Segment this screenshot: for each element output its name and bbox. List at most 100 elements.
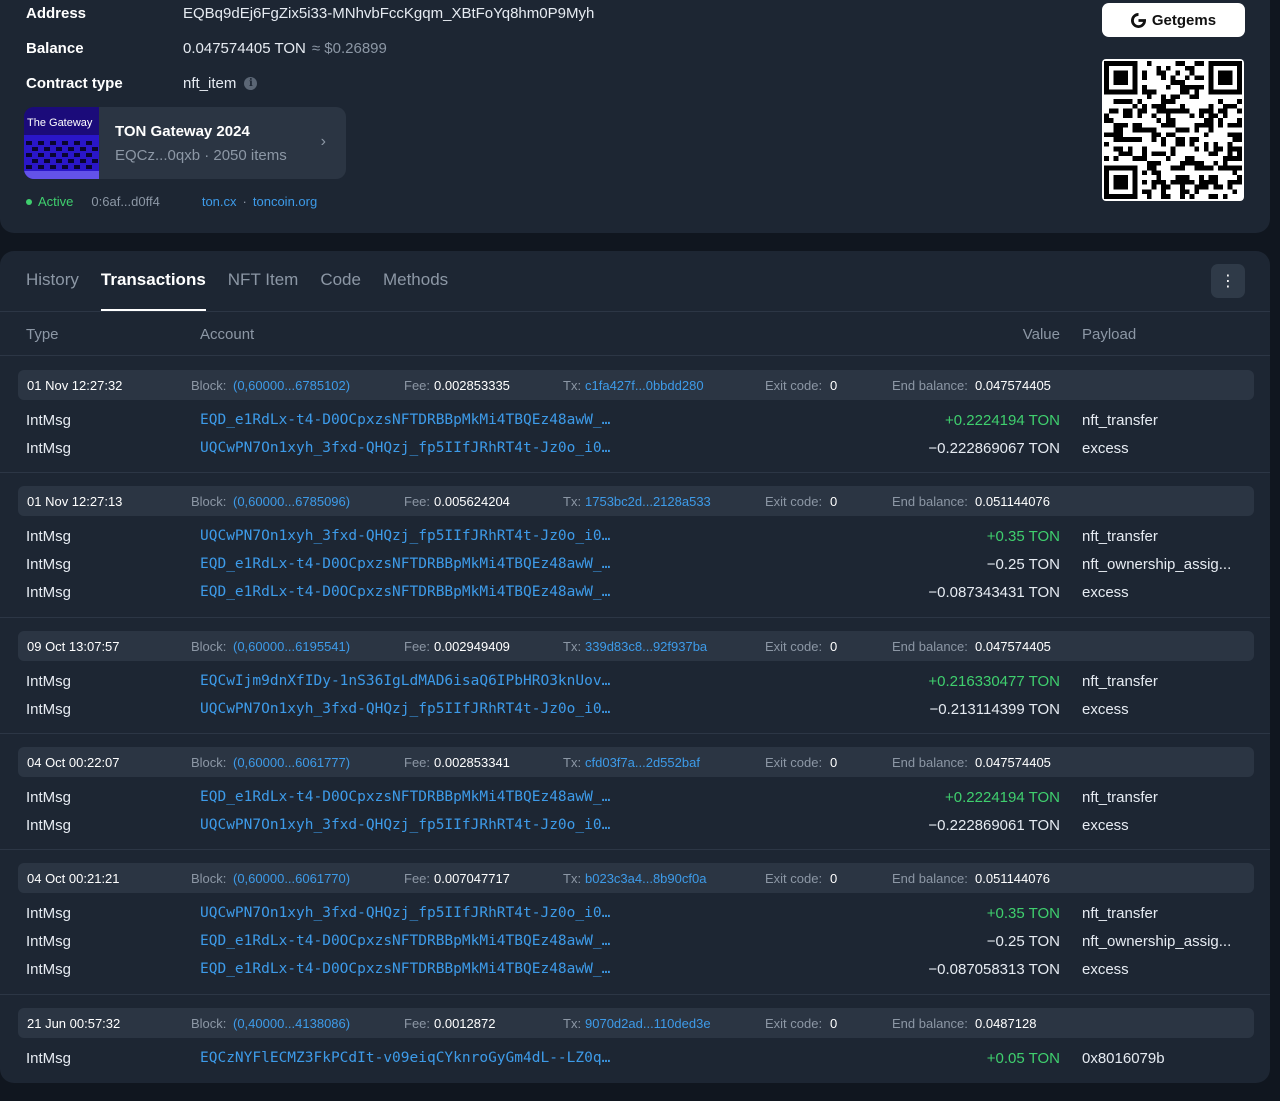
tab-transactions[interactable]: Transactions bbox=[100, 270, 206, 311]
message-row: IntMsg EQD_e1RdLx-t4-D0OCpxzsNFTDRBBpMkMi… bbox=[0, 783, 1270, 811]
code-hash[interactable]: 0:6af...d0ff4 bbox=[91, 194, 159, 209]
collection-title: TON Gateway 2024 bbox=[115, 122, 250, 140]
collection-card[interactable]: The Gateway TON Gateway 2024 EQCz...0qxb… bbox=[24, 107, 346, 179]
message-payload: nft_ownership_assig... bbox=[1082, 556, 1232, 573]
message-value: +0.05 TON bbox=[986, 1050, 1060, 1067]
account-link[interactable]: UQCwPN7On1xyh_3fxd-QHQzj_fp5IIfJRhRT4t-J… bbox=[200, 528, 610, 544]
block-link[interactable]: (0,40000...4138086) bbox=[233, 1016, 350, 1031]
block-link[interactable]: (0,60000...6061777) bbox=[233, 755, 350, 770]
account-link[interactable]: EQCzNYFlECMZ3FkPCdIt-v09eiqCYknroGyGm4dL… bbox=[200, 1050, 610, 1066]
more-menu-button[interactable]: ⋮ bbox=[1211, 264, 1245, 298]
info-icon[interactable]: i bbox=[244, 77, 258, 90]
link-separator: · bbox=[242, 194, 247, 209]
message-value: +0.2224194 TON bbox=[945, 789, 1060, 806]
transaction-header: 21 Jun 00:57:32 Block: (0,40000...4138086)… bbox=[18, 1008, 1254, 1038]
message-payload: excess bbox=[1082, 440, 1129, 457]
tx-hash-link[interactable]: c1fa427f...0bbdd280 bbox=[585, 378, 704, 393]
tab-bar: History Transactions NFT Item Code Metho… bbox=[26, 270, 470, 311]
block-label: Block: bbox=[191, 494, 227, 509]
column-header-payload: Payload bbox=[1082, 326, 1137, 343]
tab-code[interactable]: Code bbox=[320, 270, 361, 311]
tx-hash-link[interactable]: 1753bc2d...2128a533 bbox=[585, 494, 711, 509]
message-row: IntMsg EQD_e1RdLx-t4-D0OCpxzsNFTDRBBpMkMi… bbox=[0, 550, 1270, 578]
account-link[interactable]: UQCwPN7On1xyh_3fxd-QHQzj_fp5IIfJRhRT4t-J… bbox=[200, 817, 610, 833]
transaction-header: 01 Nov 12:27:32 Block: (0,60000...6785102)… bbox=[18, 370, 1254, 400]
tab-history[interactable]: History bbox=[26, 270, 79, 311]
exit-code-value: 0 bbox=[830, 494, 838, 509]
account-link[interactable]: UQCwPN7On1xyh_3fxd-QHQzj_fp5IIfJRhRT4t-J… bbox=[200, 701, 610, 717]
message-value: +0.35 TON bbox=[986, 905, 1060, 922]
tx-hash-link[interactable]: 339d83c8...92f937ba bbox=[585, 639, 707, 654]
tab-methods[interactable]: Methods bbox=[383, 270, 448, 311]
message-payload: nft_transfer bbox=[1082, 789, 1158, 806]
tab-nft-item[interactable]: NFT Item bbox=[228, 270, 299, 311]
getgems-button[interactable]: Getgems bbox=[1102, 3, 1245, 37]
qr-code bbox=[1102, 59, 1244, 201]
block-link[interactable]: (0,60000...6785096) bbox=[233, 494, 350, 509]
message-payload: 0x8016079b bbox=[1082, 1050, 1165, 1067]
exit-code-label: Exit code: bbox=[765, 494, 823, 509]
end-balance-label: End balance: bbox=[892, 1016, 968, 1031]
message-value: −0.25 TON bbox=[986, 933, 1060, 950]
balance-row: Balance 0.047574405 TON ≈ $0.26899 bbox=[26, 40, 387, 57]
message-type: IntMsg bbox=[26, 905, 72, 922]
tx-hash-link[interactable]: cfd03f7a...2d552baf bbox=[585, 755, 700, 770]
account-link[interactable]: EQD_e1RdLx-t4-D0OCpxzsNFTDRBBpMkMi4TBQEz… bbox=[200, 412, 610, 428]
block-label: Block: bbox=[191, 755, 227, 770]
account-link[interactable]: EQD_e1RdLx-t4-D0OCpxzsNFTDRBBpMkMi4TBQEz… bbox=[200, 961, 610, 977]
account-summary-card: Address EQBq9dEj6FgZix5i33-MNhvbFccKgqm_… bbox=[0, 0, 1270, 233]
account-link[interactable]: EQD_e1RdLx-t4-D0OCpxzsNFTDRBBpMkMi4TBQEz… bbox=[200, 556, 610, 572]
account-link[interactable]: EQD_e1RdLx-t4-D0OCpxzsNFTDRBBpMkMi4TBQEz… bbox=[200, 789, 610, 805]
account-link[interactable]: EQCwIjm9dnXfIDy-1nS36IgLdMAD6isaQ6IPbHRO… bbox=[200, 673, 610, 689]
header-divider bbox=[0, 355, 1270, 356]
end-balance-value: 0.0487128 bbox=[975, 1016, 1037, 1031]
message-type: IntMsg bbox=[26, 1050, 72, 1067]
block-link[interactable]: (0,60000...6061770) bbox=[233, 871, 350, 886]
message-row: IntMsg EQD_e1RdLx-t4-D0OCpxzsNFTDRBBpMkMi… bbox=[0, 955, 1270, 983]
transaction-header: 01 Nov 12:27:13 Block: (0,60000...6785096)… bbox=[18, 486, 1254, 516]
tx-date: 04 Oct 00:21:21 bbox=[27, 871, 120, 886]
balance-usd: ≈ $0.26899 bbox=[311, 40, 387, 57]
block-label: Block: bbox=[191, 1016, 227, 1031]
tx-hash-link[interactable]: b023c3a4...8b90cf0a bbox=[585, 871, 706, 886]
account-link[interactable]: EQD_e1RdLx-t4-D0OCpxzsNFTDRBBpMkMi4TBQEz… bbox=[200, 584, 610, 600]
transaction-divider bbox=[0, 994, 1270, 995]
end-balance-label: End balance: bbox=[892, 755, 968, 770]
fee-label: Fee: bbox=[404, 639, 431, 654]
exit-code-label: Exit code: bbox=[765, 639, 823, 654]
tx-label: Tx: bbox=[563, 639, 582, 654]
block-label: Block: bbox=[191, 871, 227, 886]
collection-thumbnail: The Gateway bbox=[24, 107, 99, 179]
account-link[interactable]: UQCwPN7On1xyh_3fxd-QHQzj_fp5IIfJRhRT4t-J… bbox=[200, 440, 610, 456]
block-link[interactable]: (0,60000...6785102) bbox=[233, 378, 350, 393]
block-link[interactable]: (0,60000...6195541) bbox=[233, 639, 350, 654]
status-dot-icon bbox=[26, 198, 32, 205]
message-payload: nft_transfer bbox=[1082, 905, 1158, 922]
end-balance-label: End balance: bbox=[892, 639, 968, 654]
transaction-header: 04 Oct 00:21:21 Block: (0,60000...6061770)… bbox=[18, 863, 1254, 893]
message-type: IntMsg bbox=[26, 961, 72, 978]
fee-label: Fee: bbox=[404, 1016, 431, 1031]
fee-value: 0.002853335 bbox=[434, 378, 510, 393]
message-row: IntMsg EQD_e1RdLx-t4-D0OCpxzsNFTDRBBpMkMi… bbox=[0, 927, 1270, 955]
message-payload: excess bbox=[1082, 961, 1129, 978]
link-toncoin-org[interactable]: toncoin.org bbox=[253, 194, 317, 209]
fee-value: 0.007047717 bbox=[434, 871, 510, 886]
exit-code-value: 0 bbox=[830, 871, 838, 886]
tx-label: Tx: bbox=[563, 871, 582, 886]
tx-date: 04 Oct 00:22:07 bbox=[27, 755, 120, 770]
account-link[interactable]: EQD_e1RdLx-t4-D0OCpxzsNFTDRBBpMkMi4TBQEz… bbox=[200, 933, 610, 949]
address-value[interactable]: EQBq9dEj6FgZix5i33-MNhvbFccKgqm_XBtFoYq8… bbox=[183, 5, 594, 22]
address-row: Address EQBq9dEj6FgZix5i33-MNhvbFccKgqm_… bbox=[26, 5, 594, 22]
transaction-divider bbox=[0, 617, 1270, 618]
account-link[interactable]: UQCwPN7On1xyh_3fxd-QHQzj_fp5IIfJRhRT4t-J… bbox=[200, 905, 610, 921]
exit-code-value: 0 bbox=[830, 378, 838, 393]
message-value: −0.213114399 TON bbox=[929, 701, 1060, 718]
message-value: −0.25 TON bbox=[986, 556, 1060, 573]
end-balance-label: End balance: bbox=[892, 871, 968, 886]
tx-label: Tx: bbox=[563, 755, 582, 770]
message-row: IntMsg EQCwIjm9dnXfIDy-1nS36IgLdMAD6isaQ6… bbox=[0, 667, 1270, 695]
link-ton-cx[interactable]: ton.cx bbox=[202, 194, 237, 209]
fee-value: 0.0012872 bbox=[434, 1016, 496, 1031]
tx-hash-link[interactable]: 9070d2ad...110ded3e bbox=[585, 1016, 711, 1031]
